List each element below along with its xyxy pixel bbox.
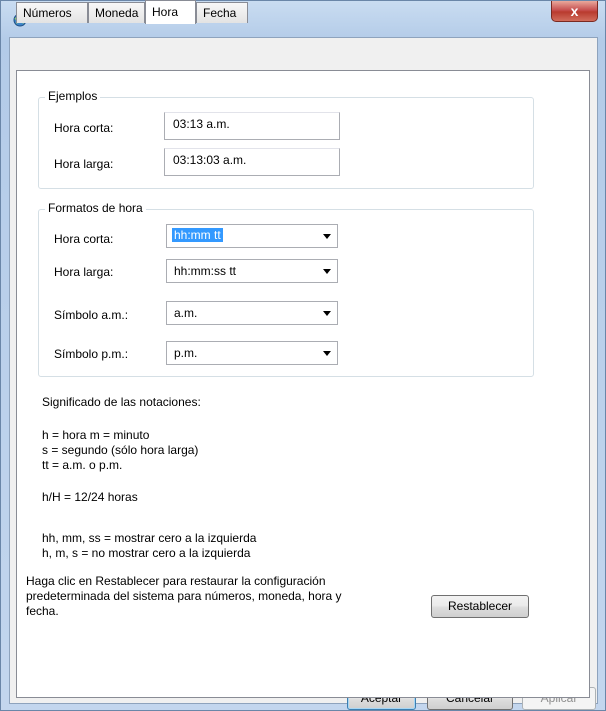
tab-moneda[interactable]: Moneda [88,2,145,23]
am-symbol-select[interactable]: a.m. [166,301,338,325]
chevron-down-icon [323,311,331,316]
notation-line: h, m, s = no mostrar cero a la izquierda [42,546,251,560]
tab-numeros[interactable]: Números [16,2,88,23]
example-short-value: 03:13 a.m. [164,112,340,140]
notation-line: s = segundo (sólo hora larga) [42,443,199,457]
am-symbol-label: Símbolo a.m.: [54,308,129,322]
tab-label: Fecha [203,6,237,20]
tab-hora[interactable]: Hora [145,0,196,24]
example-long-value: 03:13:03 a.m. [164,148,340,176]
notation-line: h/H = 12/24 horas [42,490,138,504]
chevron-down-icon [323,351,331,356]
tab-label: Números [23,6,72,20]
chevron-down-icon [323,234,331,239]
tab-label: Moneda [95,6,139,20]
long-time-format-value: hh:mm:ss tt [174,264,237,278]
tab-label: Hora [152,5,179,19]
tab-fecha[interactable]: Fecha [196,2,248,23]
reset-button[interactable]: Restablecer [431,595,529,618]
examples-group-title: Ejemplos [45,89,101,103]
notation-line: tt = a.m. o p.m. [42,458,123,472]
reset-description: predeterminada del sistema para números,… [26,589,342,603]
short-time-format-select[interactable]: hh:mm tt [166,224,338,248]
example-short-label: Hora corta: [54,121,114,135]
reset-description: Haga clic en Restablecer para restaurar … [26,574,326,588]
reset-description: fecha. [26,604,59,618]
short-time-format-value: hh:mm tt [172,228,223,242]
pm-symbol-label: Símbolo p.m.: [54,347,129,361]
notation-line: hh, mm, ss = mostrar cero a la izquierda [42,531,257,545]
close-button[interactable]: x [551,1,598,22]
am-symbol-value: a.m. [174,306,198,320]
example-short-text: 03:13 a.m. [173,117,230,131]
example-long-label: Hora larga: [54,157,114,171]
example-long-text: 03:13:03 a.m. [173,153,247,167]
format-short-label: Hora corta: [54,232,114,246]
format-long-label: Hora larga: [54,265,114,279]
close-icon: x [570,3,579,19]
formats-group-title: Formatos de hora [45,201,146,215]
long-time-format-select[interactable]: hh:mm:ss tt [166,259,338,283]
pm-symbol-value: p.m. [174,346,198,360]
notation-line: h = hora m = minuto [42,428,150,442]
notation-heading: Significado de las notaciones: [42,395,201,409]
chevron-down-icon [323,269,331,274]
pm-symbol-select[interactable]: p.m. [166,341,338,365]
